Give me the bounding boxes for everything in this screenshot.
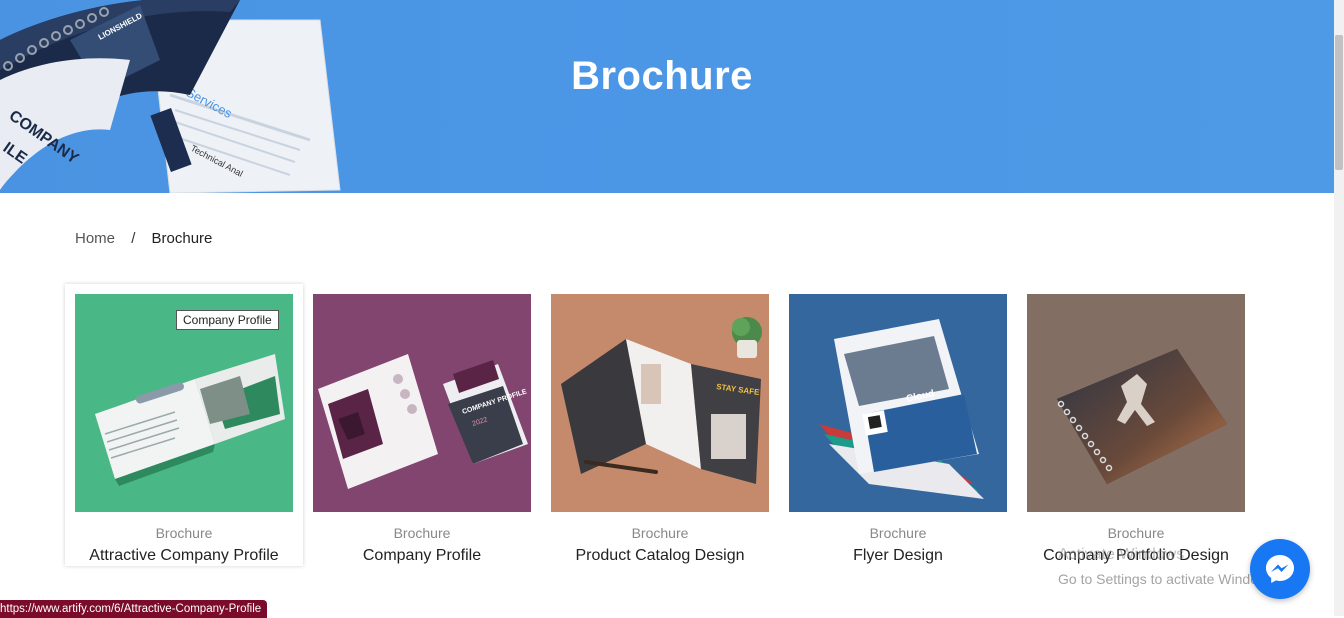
card-category: Brochure — [1107, 525, 1165, 541]
card-title[interactable]: Product Catalog Design — [541, 547, 779, 565]
messenger-icon — [1266, 555, 1294, 583]
card-category: Brochure — [393, 525, 451, 541]
product-thumbnail[interactable]: COMPANY PROFILE 2022 — [313, 294, 531, 512]
product-card-flyer-design[interactable]: Cloud Brochure Flyer Design — [779, 284, 1017, 566]
card-title[interactable]: Attractive Company Profile — [65, 547, 303, 565]
product-card-product-catalog-design[interactable]: STAY SAFE Brochure Product Catalog Desig… — [541, 284, 779, 566]
product-thumbnail[interactable] — [1027, 294, 1245, 512]
breadcrumb-separator: / — [131, 230, 136, 247]
page-title: Brochure — [571, 54, 753, 98]
card-category: Brochure — [155, 525, 213, 541]
card-category: Brochure — [869, 525, 927, 541]
activate-windows-title: Activate Windows — [1058, 546, 1185, 563]
product-card-company-portfolio-design[interactable]: Brochure Company Portfolio Design — [1017, 284, 1255, 566]
hero-banner: Services Technical Anal COMPANY ILE LION… — [0, 0, 1334, 193]
breadcrumb-home-link[interactable]: Home — [75, 230, 115, 247]
product-card-company-profile[interactable]: COMPANY PROFILE 2022 Brochure Company Pr… — [303, 284, 541, 566]
card-category: Brochure — [631, 525, 689, 541]
messenger-chat-button[interactable] — [1250, 539, 1310, 599]
activate-windows-subtitle: Go to Settings to activate Windows. — [1058, 571, 1279, 587]
product-thumbnail[interactable]: STAY SAFE — [551, 294, 769, 512]
card-title[interactable]: Flyer Design — [779, 547, 1017, 565]
breadcrumb-current: Brochure — [151, 230, 213, 247]
breadcrumb: Home / Brochure — [75, 230, 212, 247]
product-thumbnail[interactable]: Cloud — [789, 294, 1007, 512]
scrollbar-thumb[interactable] — [1335, 35, 1343, 170]
status-bar-url: https://www.artify.com/6/Attractive-Comp… — [0, 600, 268, 618]
page-scrollbar[interactable] — [1334, 0, 1344, 616]
card-title[interactable]: Company Profile — [303, 547, 541, 565]
tooltip: Company Profile — [176, 310, 279, 330]
